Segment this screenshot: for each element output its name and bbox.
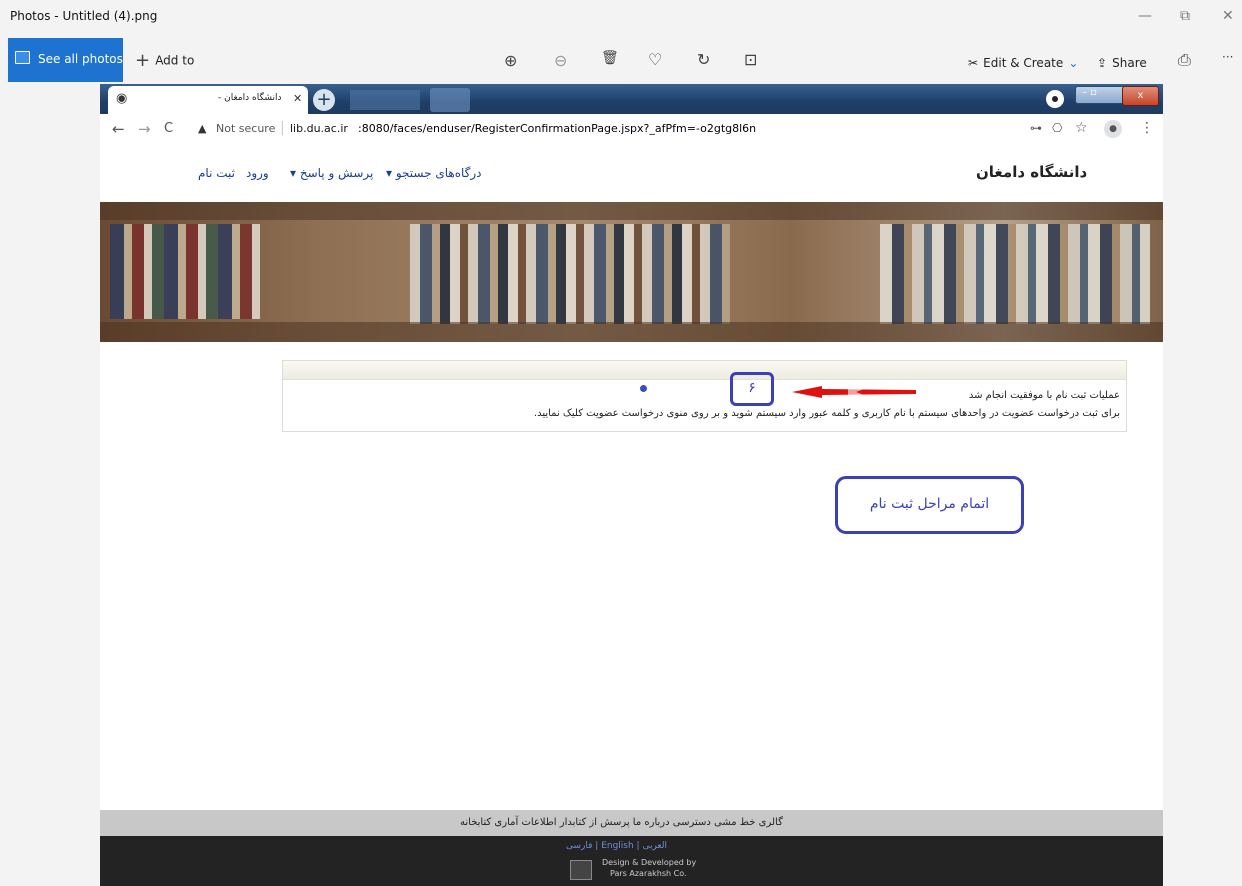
add-to-button[interactable]: + Add to: [135, 50, 194, 71]
share-button[interactable]: ⇪ Share: [1097, 52, 1147, 71]
browser-tab-strip: ◉ دانشگاه دامغان - ✕ + – ▫ x: [100, 84, 1163, 114]
warning-icon[interactable]: ▲: [198, 122, 206, 135]
tab-title: دانشگاه دامغان -: [218, 93, 282, 103]
profile-icon[interactable]: ●: [1104, 120, 1122, 138]
confirmation-panel: عملیات ثبت نام با موفقیت انجام شد برای ث…: [282, 360, 1127, 432]
banner-shelf: [100, 202, 1163, 220]
success-message: عملیات ثبت نام با موفقیت انجام شد: [968, 390, 1120, 401]
scissors-icon: ✂: [968, 56, 979, 70]
registration-complete-annotation: اتمام مراحل ثبت نام: [835, 476, 1024, 534]
key-icon[interactable]: ⊶: [1030, 121, 1042, 135]
nav-item-search-portals[interactable]: درگاه‌های جستجو ▾: [386, 166, 482, 180]
confirmation-panel-header: [283, 361, 1126, 380]
browser-tab[interactable]: ◉ دانشگاه دامغان - ✕: [108, 86, 308, 114]
maximize-button[interactable]: ⧉: [1180, 8, 1190, 24]
banner-shelf: [100, 322, 1163, 342]
share-label: Share: [1112, 56, 1147, 70]
print-icon[interactable]: ⎙: [1178, 50, 1191, 70]
membership-instructions: برای ثبت درخواست عضویت در واحدهای سیستم …: [533, 408, 1120, 419]
crop-icon[interactable]: ⊡: [744, 50, 757, 69]
see-all-photos-label: See all photos: [38, 52, 123, 66]
zoom-out-icon[interactable]: ⊖: [554, 51, 567, 70]
credit-line-1: Design & Developed by: [602, 858, 697, 867]
url-path[interactable]: :8080/faces/enduser/RegisterConfirmation…: [358, 122, 756, 135]
edit-create-label: Edit & Create: [983, 56, 1064, 70]
browser-address-bar: ← → C ▲ Not secure | lib.du.ac.ir :8080/…: [100, 114, 1163, 147]
credit-line-2: Pars Azarakhsh Co.: [610, 869, 687, 878]
site-footer-links: گالری خط مشی دسترسی درباره ما پرسش از کت…: [100, 810, 1163, 836]
edit-create-button[interactable]: ✂ Edit & Create ⌄: [968, 52, 1078, 71]
more-options-icon[interactable]: ···: [1222, 50, 1233, 64]
new-tab-button[interactable]: +: [313, 89, 335, 111]
site-header: ثبت نام ورود پرسش و پاسخ ▾ درگاه‌های جست…: [100, 146, 1163, 204]
reload-icon[interactable]: C: [164, 121, 173, 136]
loading-dot: [640, 385, 647, 392]
rotate-icon[interactable]: ↻: [697, 50, 710, 69]
nav-item-questions[interactable]: پرسش و پاسخ ▾: [290, 166, 373, 180]
tab-close-icon[interactable]: ✕: [293, 92, 302, 105]
bookmark-star-icon[interactable]: ☆: [1075, 120, 1088, 136]
browser-menu-icon[interactable]: ⋮: [1140, 120, 1154, 136]
translate-icon[interactable]: ⎔: [1052, 121, 1062, 135]
nav-item-register[interactable]: ثبت نام: [198, 166, 235, 180]
step-number-annotation: ۶: [730, 372, 774, 406]
screenshot-image: ◉ دانشگاه دامغان - ✕ + – ▫ x ← → C ▲ Not…: [100, 84, 1163, 886]
company-logo-icon: [570, 860, 592, 880]
not-secure-label[interactable]: Not secure: [216, 122, 275, 135]
forward-icon[interactable]: →: [138, 120, 151, 138]
back-icon[interactable]: ←: [112, 120, 125, 138]
profile-badge-dot: [1052, 96, 1058, 102]
window-minmax-icon: – ▫: [1082, 87, 1097, 98]
red-arrow-annotation: [792, 386, 916, 398]
add-to-label: Add to: [155, 53, 195, 68]
globe-icon: ◉: [116, 91, 128, 106]
chevron-down-icon: ⌄: [1068, 56, 1079, 70]
plus-icon: +: [135, 50, 151, 71]
close-button[interactable]: ✕: [1222, 8, 1234, 24]
zoom-in-icon[interactable]: ⊕: [504, 51, 517, 70]
app-title-bar: Photos - Untitled (4).png — ⧉ ✕: [0, 0, 1242, 36]
banner-books: [880, 224, 1150, 324]
favorite-icon[interactable]: ♡: [648, 50, 662, 69]
minimize-button[interactable]: —: [1138, 8, 1152, 24]
photos-icon: [15, 51, 30, 64]
banner-books: [410, 224, 730, 324]
footer-links[interactable]: گالری خط مشی دسترسی درباره ما پرسش از کت…: [460, 817, 783, 828]
window-close-button[interactable]: x: [1122, 86, 1159, 106]
delete-icon[interactable]: 🗑: [601, 50, 619, 66]
library-banner: [100, 202, 1163, 342]
address-divider: |: [280, 120, 285, 136]
share-icon: ⇪: [1097, 56, 1108, 70]
banner-books: [110, 224, 260, 319]
nav-item-login[interactable]: ورود: [246, 166, 269, 180]
site-logo-text[interactable]: دانشگاه دامغان: [976, 163, 1087, 181]
tab-strip-decoration: [350, 90, 420, 110]
window-title: Photos - Untitled (4).png: [10, 9, 158, 23]
site-footer: فارسی | English | العربی Design & Develo…: [100, 836, 1163, 886]
url-host[interactable]: lib.du.ac.ir: [290, 122, 348, 135]
tab-strip-decoration: [430, 88, 470, 112]
language-switcher[interactable]: فارسی | English | العربی: [566, 841, 667, 851]
see-all-photos-button[interactable]: See all photos: [8, 38, 123, 82]
